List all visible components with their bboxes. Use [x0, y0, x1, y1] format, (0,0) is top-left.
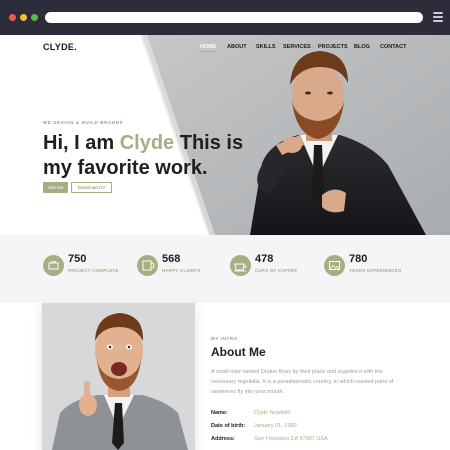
stat-label: PROJECT COMPLETE: [68, 268, 119, 273]
mug-icon: [137, 255, 158, 276]
briefcase-icon: [43, 255, 64, 276]
stat-number: 568: [162, 253, 181, 265]
minimize-window-dot[interactable]: [20, 14, 27, 21]
browser-chrome: [0, 0, 450, 35]
hero-section: CLYDE. HOME ABOUT SKILLS SERVICES PROJEC…: [0, 35, 450, 235]
nav-projects[interactable]: PROJECTS: [318, 44, 348, 50]
address-bar[interactable]: [45, 12, 423, 23]
site-logo[interactable]: CLYDE.: [43, 42, 77, 52]
about-kicker: MY INTRO: [211, 336, 238, 341]
download-cv-button[interactable]: Download CV: [71, 182, 112, 193]
info-value: Clyde Nowitzki: [254, 410, 291, 416]
nav-about[interactable]: ABOUT: [227, 44, 247, 50]
nav-home[interactable]: HOME: [200, 44, 217, 52]
about-title: About Me: [211, 345, 266, 359]
headline-intro: Hi, I am: [43, 132, 120, 154]
stat-label: CUPS OF COFFEE: [255, 268, 298, 273]
stats-section: 750 PROJECT COMPLETE 568 HAPPY CLIENTS 4…: [0, 235, 450, 303]
stat-number: 478: [255, 253, 274, 265]
about-body: A small river named Duden flows by their…: [211, 369, 394, 395]
info-key: Date of birth:: [211, 423, 246, 429]
info-key: Address:: [211, 436, 235, 442]
hero-headline: Hi, I am Clyde This is my favorite work.: [43, 131, 258, 181]
headline-name: Clyde: [119, 132, 175, 154]
hero-tagline: WE DESIGN & BUILD BRANDS: [43, 120, 124, 125]
menu-icon[interactable]: [433, 12, 443, 22]
info-value: San Francisco CA 97987 USA: [254, 436, 328, 442]
stat-label: HAPPY CLIENTS: [162, 268, 201, 273]
about-photo: [42, 303, 195, 450]
maximize-window-dot[interactable]: [31, 14, 38, 21]
hire-me-button[interactable]: Hire me: [43, 182, 68, 193]
coffee-icon: [230, 255, 251, 276]
stat-number: 780: [349, 253, 368, 265]
nav-skills[interactable]: SKILLS: [256, 44, 276, 50]
info-value: January 01, 1990: [254, 423, 297, 429]
photo-icon: [324, 255, 345, 276]
nav-services[interactable]: SERVICES: [283, 44, 311, 50]
about-section: MY INTRO About Me A small river named Du…: [0, 303, 450, 450]
nav-blog[interactable]: BLOG: [354, 44, 370, 50]
stat-label: YEARS EXPERIENCED: [349, 268, 402, 273]
nav-contact[interactable]: CONTACT: [380, 44, 406, 50]
stat-number: 750: [68, 253, 87, 265]
info-key: Name:: [211, 410, 228, 416]
close-window-dot[interactable]: [9, 14, 16, 21]
